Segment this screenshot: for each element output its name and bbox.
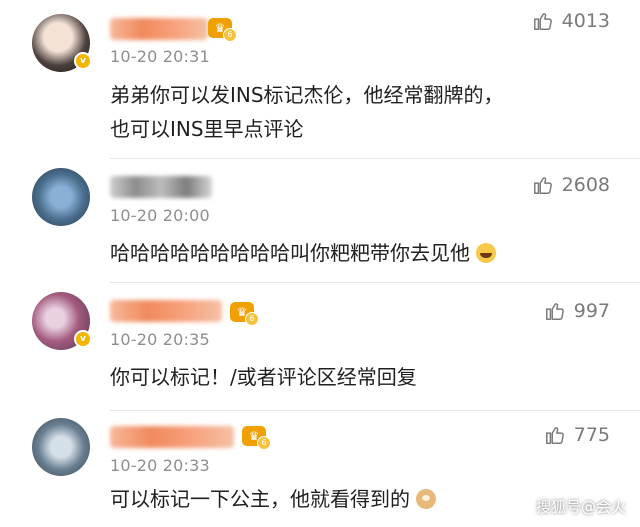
like-button[interactable]: 997 bbox=[544, 300, 610, 322]
comment-time: 10-20 20:33 bbox=[110, 456, 210, 475]
comment-time: 10-20 20:35 bbox=[110, 330, 210, 349]
thumbs-up-icon bbox=[545, 427, 564, 444]
comment-text: 你可以标记！/或者评论区经常回复 bbox=[110, 360, 417, 394]
like-button[interactable]: 4013 bbox=[532, 10, 610, 32]
divider bbox=[110, 158, 640, 159]
comment-text-line: 弟弟你可以发INS标记杰伦，他经常翻牌的， bbox=[110, 83, 504, 107]
like-count: 997 bbox=[573, 300, 610, 322]
like-count: 2608 bbox=[561, 174, 610, 196]
thumbs-up-icon bbox=[533, 13, 552, 30]
verified-badge-icon: v bbox=[74, 330, 92, 348]
username-blurred[interactable] bbox=[110, 426, 234, 448]
comment-time: 10-20 20:00 bbox=[110, 206, 210, 225]
comment-text: 哈哈哈哈哈哈哈哈哈叫你粑粑带你去见他 bbox=[110, 236, 496, 270]
comment-text: 弟弟你可以发INS标记杰伦，他经常翻牌的， 也可以INS里早点评论 bbox=[110, 78, 504, 146]
member-crown-icon: ♛ 6 bbox=[230, 302, 259, 326]
comment-text-line: 哈哈哈哈哈哈哈哈哈叫你粑粑带你去见他 bbox=[110, 241, 470, 265]
laugh-emoji-icon bbox=[476, 243, 496, 263]
like-button[interactable]: 775 bbox=[544, 424, 610, 446]
avatar[interactable] bbox=[32, 168, 90, 226]
like-count: 775 bbox=[573, 424, 610, 446]
member-crown-icon: ♛ 6 bbox=[242, 426, 271, 450]
comment-text: 可以标记一下公主，他就看得到的 bbox=[110, 482, 436, 516]
like-count: 4013 bbox=[561, 10, 610, 32]
username-blurred[interactable] bbox=[110, 18, 208, 40]
divider bbox=[110, 282, 640, 283]
comment-text-line: 也可以INS里早点评论 bbox=[110, 117, 304, 141]
comment-text-line: 可以标记一下公主，他就看得到的 bbox=[110, 487, 410, 511]
member-crown-icon: ♛ 6 bbox=[208, 18, 237, 42]
watermark: 搜狐号@会火 bbox=[535, 498, 626, 516]
doge-emoji-icon bbox=[416, 489, 436, 509]
like-button[interactable]: 2608 bbox=[532, 174, 610, 196]
comment-time: 10-20 20:31 bbox=[110, 47, 210, 66]
avatar[interactable] bbox=[32, 418, 90, 476]
thumbs-up-icon bbox=[533, 177, 552, 194]
username-blurred[interactable] bbox=[110, 300, 222, 322]
divider bbox=[110, 410, 640, 411]
username-blurred[interactable] bbox=[110, 176, 212, 198]
verified-badge-icon: v bbox=[74, 52, 92, 70]
comment-text-line: 你可以标记！/或者评论区经常回复 bbox=[110, 365, 417, 389]
thumbs-up-icon bbox=[545, 303, 564, 320]
